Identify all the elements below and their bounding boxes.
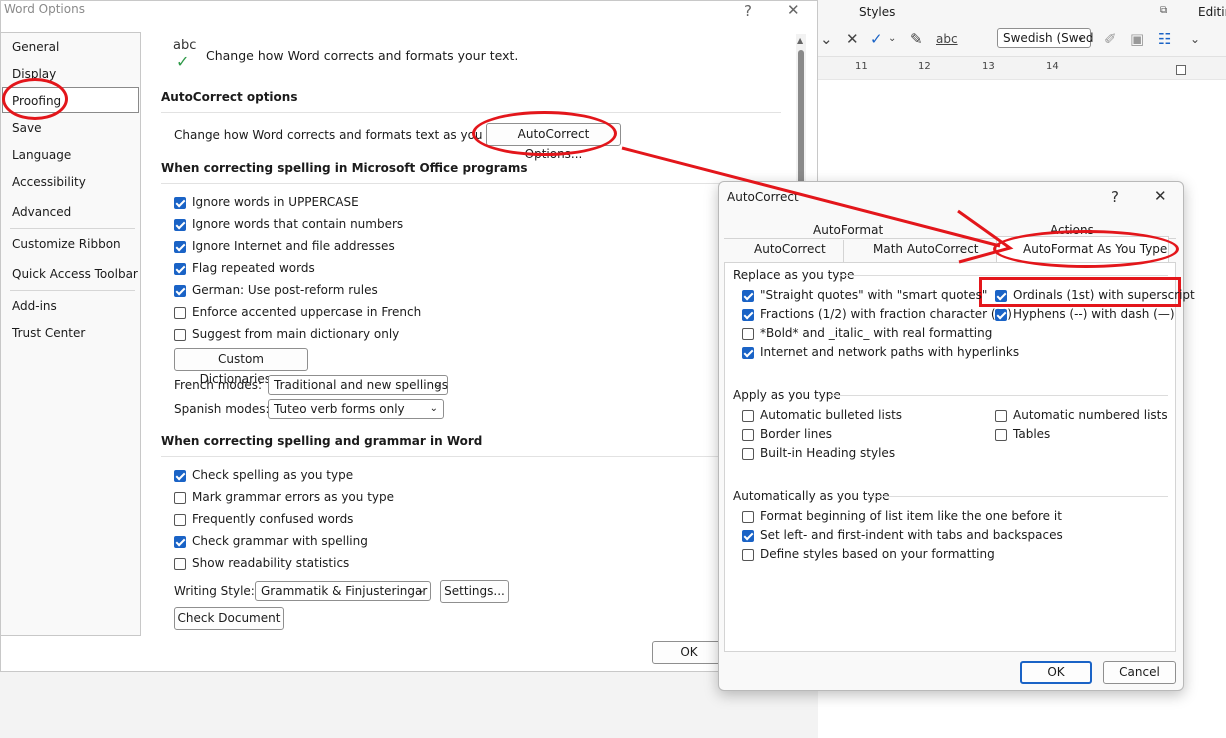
annotation-arrow [621,146,1014,264]
replace-option-label: Hyphens (--) with dash (—) [1013,307,1175,321]
apply-option-checkbox[interactable] [995,429,1007,441]
arrow-line [621,146,1001,248]
replace-option-checkbox[interactable] [742,290,754,302]
replace-option-label: "Straight quotes" with "smart quotes" [760,288,988,302]
office-option-label: Ignore words in UPPERCASE [192,195,359,209]
word-option-label: Frequently confused words [192,512,354,526]
apply-option-label: Built-in Heading styles [760,446,896,460]
apply-option-label: Border lines [760,427,832,441]
auto-option-label: Set left- and first-indent with tabs and… [760,528,1063,542]
word-option-checkbox[interactable] [174,514,186,526]
apply-option-label: Automatic numbered lists [1013,408,1168,422]
office-option-checkbox[interactable] [174,307,186,319]
word-option-label: Mark grammar errors as you type [192,490,394,504]
office-option-checkbox[interactable] [174,329,186,341]
auto-option-checkbox[interactable] [742,511,754,523]
replace-option-checkbox[interactable] [995,290,1007,302]
office-option-checkbox[interactable] [174,263,186,275]
office-option-label: Flag repeated words [192,261,315,275]
office-option-checkbox[interactable] [174,197,186,209]
auto-option-label: Define styles based on your formatting [760,547,995,561]
apply-option-checkbox[interactable] [742,448,754,460]
apply-option-checkbox[interactable] [742,429,754,441]
word-option-checkbox[interactable] [174,470,186,482]
office-option-checkbox[interactable] [174,219,186,231]
replace-option-label: Ordinals (1st) with superscript [1013,288,1195,302]
word-option-checkbox[interactable] [174,492,186,504]
replace-option-label: Internet and network paths with hyperlin… [760,345,1020,359]
word-option-label: Check grammar with spelling [192,534,368,548]
office-option-label: Enforce accented uppercase in French [192,305,422,319]
apply-option-label: Automatic bulleted lists [760,408,903,422]
office-option-label: Ignore Internet and file addresses [192,239,395,253]
apply-option-checkbox[interactable] [995,410,1007,422]
apply-option-label: Tables [1013,427,1051,441]
office-option-checkbox[interactable] [174,285,186,297]
apply-option-checkbox[interactable] [742,410,754,422]
replace-option-checkbox[interactable] [742,328,754,340]
replace-option-checkbox[interactable] [742,309,754,321]
office-option-checkbox[interactable] [174,241,186,253]
office-option-label: Ignore words that contain numbers [192,217,404,231]
replace-option-checkbox[interactable] [742,347,754,359]
office-option-label: German: Use post-reform rules [192,283,378,297]
word-option-label: Check spelling as you type [192,468,354,482]
auto-option-checkbox[interactable] [742,549,754,561]
word-option-label: Show readability statistics [192,556,350,570]
word-option-checkbox[interactable] [174,536,186,548]
office-option-label: Suggest from main dictionary only [192,327,400,341]
word-option-checkbox[interactable] [174,558,186,570]
auto-option-label: Format beginning of list item like the o… [760,509,1062,523]
replace-option-label: Fractions (1/2) with fraction character … [760,307,1012,321]
replace-option-label: *Bold* and _italic_ with real formatting [760,326,993,340]
replace-option-checkbox[interactable] [995,309,1007,321]
auto-option-checkbox[interactable] [742,530,754,542]
